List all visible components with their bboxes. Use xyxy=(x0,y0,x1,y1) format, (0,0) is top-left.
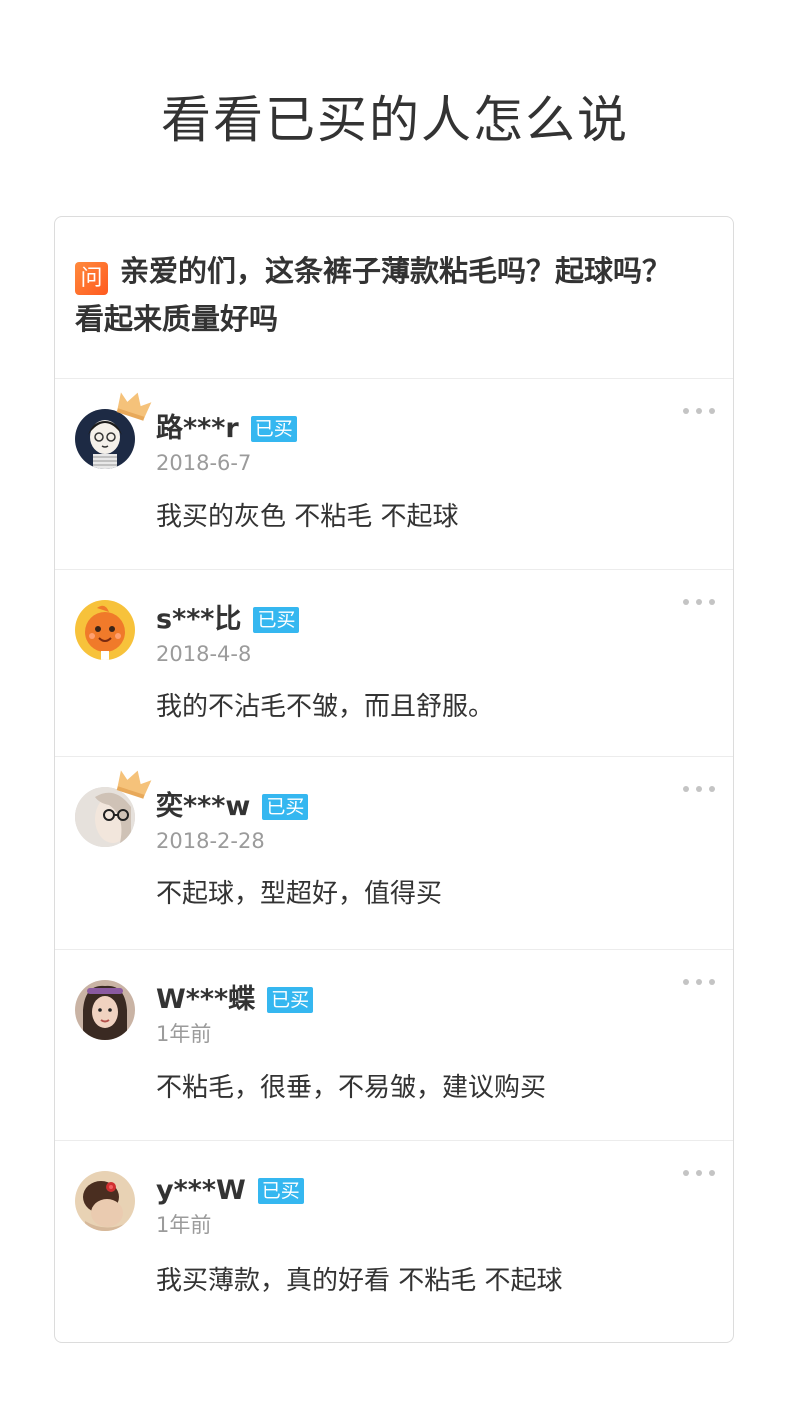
user-line: s***比 已买 xyxy=(156,600,300,640)
flower-hair-avatar-icon xyxy=(75,1171,135,1231)
dot-icon xyxy=(683,979,689,985)
answer-date: 2018-2-28 xyxy=(156,829,265,853)
answer-item: 奕***w 已买 2018-2-28 不起球，型超好，值得买 xyxy=(55,757,733,950)
user-line: y***W 已买 xyxy=(156,1171,304,1211)
dot-icon xyxy=(709,786,715,792)
bought-badge: 已买 xyxy=(257,1178,304,1204)
answer-comment: 我的不沾毛不皱，而且舒服。 xyxy=(156,692,495,722)
dot-icon xyxy=(696,1170,702,1176)
more-options-button[interactable] xyxy=(683,401,715,421)
dot-icon xyxy=(709,979,715,985)
answer-date: 1年前 xyxy=(156,1213,212,1237)
dot-icon xyxy=(696,786,702,792)
username[interactable]: 路***r xyxy=(156,409,239,449)
more-options-button[interactable] xyxy=(683,1163,715,1183)
glasses-avatar-icon xyxy=(75,787,135,847)
answer-comment: 不起球，型超好，值得买 xyxy=(156,879,443,909)
cartoon-girl-avatar-icon xyxy=(75,409,135,469)
avatar[interactable] xyxy=(75,770,152,849)
more-options-button[interactable] xyxy=(683,592,715,612)
question-header[interactable]: 问亲爱的们，这条裤子薄款粘毛吗？起球吗？看起来质量好吗 xyxy=(55,217,733,379)
answer-item: s***比 已买 2018-4-8 我的不沾毛不皱，而且舒服。 xyxy=(55,570,733,757)
answer-item: y***W 已买 1年前 我买薄款，真的好看 不粘毛 不起球 xyxy=(55,1141,733,1342)
avatar[interactable] xyxy=(75,1171,137,1233)
dot-icon xyxy=(709,408,715,414)
answer-item: 路***r 已买 2018-6-7 我买的灰色 不粘毛 不起球 xyxy=(55,379,733,570)
orange-cartoon-avatar-icon xyxy=(75,600,135,660)
dot-icon xyxy=(696,979,702,985)
dot-icon xyxy=(683,599,689,605)
answer-date: 2018-4-8 xyxy=(156,642,252,666)
bought-badge: 已买 xyxy=(262,794,309,820)
answer-date: 2018-6-7 xyxy=(156,451,252,475)
answer-item: W***蝶 已买 1年前 不粘毛，很垂，不易皱，建议购买 xyxy=(55,950,733,1141)
username[interactable]: y***W xyxy=(156,1171,246,1211)
question-text: 亲爱的们，这条裤子薄款粘毛吗？起球吗？看起来质量好吗 xyxy=(75,254,672,336)
user-line: 奕***w 已买 xyxy=(156,787,309,827)
dot-icon xyxy=(696,599,702,605)
avatar[interactable] xyxy=(75,980,137,1042)
photo-girl-avatar-icon xyxy=(75,980,135,1040)
bought-badge: 已买 xyxy=(267,987,314,1013)
answer-date: 1年前 xyxy=(156,1022,212,1046)
bought-badge: 已买 xyxy=(250,416,297,442)
dot-icon xyxy=(696,408,702,414)
dot-icon xyxy=(683,408,689,414)
question-icon: 问 xyxy=(75,262,108,295)
user-line: W***蝶 已买 xyxy=(156,980,314,1020)
bought-badge: 已买 xyxy=(253,607,300,633)
avatar[interactable] xyxy=(75,600,137,662)
qa-card: 问亲爱的们，这条裤子薄款粘毛吗？起球吗？看起来质量好吗 路***r 已买 201… xyxy=(54,216,734,1343)
dot-icon xyxy=(683,786,689,792)
answer-comment: 我买的灰色 不粘毛 不起球 xyxy=(156,502,459,532)
user-line: 路***r 已买 xyxy=(156,409,297,449)
dot-icon xyxy=(683,1170,689,1176)
username[interactable]: s***比 xyxy=(156,600,241,640)
answer-comment: 不粘毛，很垂，不易皱，建议购买 xyxy=(156,1073,547,1103)
username[interactable]: W***蝶 xyxy=(156,980,255,1020)
more-options-button[interactable] xyxy=(683,779,715,799)
page-title: 看看已买的人怎么说 xyxy=(161,91,629,149)
dot-icon xyxy=(709,599,715,605)
avatar[interactable] xyxy=(75,392,152,471)
dot-icon xyxy=(709,1170,715,1176)
more-options-button[interactable] xyxy=(683,972,715,992)
username[interactable]: 奕***w xyxy=(156,787,250,827)
answer-comment: 我买薄款，真的好看 不粘毛 不起球 xyxy=(156,1266,563,1296)
